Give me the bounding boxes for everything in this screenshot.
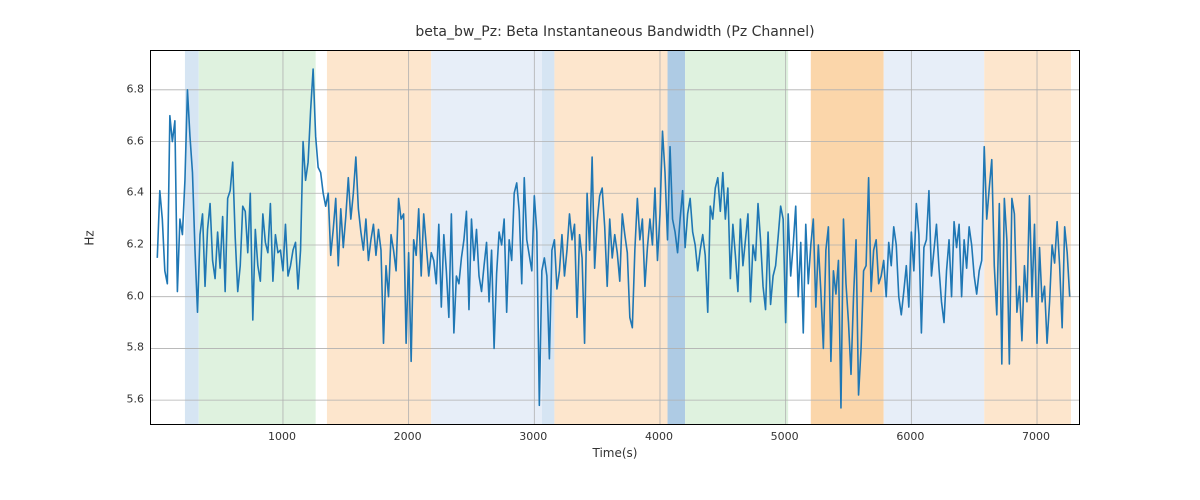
y-tick-label: 6.2	[104, 237, 144, 250]
y-axis-label: Hz	[80, 50, 100, 425]
x-tick-label: 6000	[896, 430, 924, 443]
x-tick-label: 1000	[268, 430, 296, 443]
x-tick-label: 2000	[394, 430, 422, 443]
background-band	[685, 51, 788, 425]
x-tick-label: 4000	[645, 430, 673, 443]
y-tick-label: 5.8	[104, 341, 144, 354]
x-axis-label: Time(s)	[150, 446, 1080, 460]
background-band	[811, 51, 884, 425]
x-tick-label: 7000	[1022, 430, 1050, 443]
background-band	[431, 51, 542, 425]
y-tick-label: 5.6	[104, 393, 144, 406]
background-band	[542, 51, 555, 425]
y-tick-label: 6.8	[104, 82, 144, 95]
x-tick-label: 3000	[519, 430, 547, 443]
y-tick-label: 6.6	[104, 134, 144, 147]
y-tick-label: 6.4	[104, 186, 144, 199]
x-tick-label: 5000	[771, 430, 799, 443]
chart-container	[150, 50, 1080, 425]
plot-svg	[151, 51, 1080, 425]
y-tick-label: 6.0	[104, 289, 144, 302]
plot-area	[150, 50, 1080, 425]
background-band	[199, 51, 316, 425]
chart-title: beta_bw_Pz: Beta Instantaneous Bandwidth…	[150, 24, 1080, 40]
